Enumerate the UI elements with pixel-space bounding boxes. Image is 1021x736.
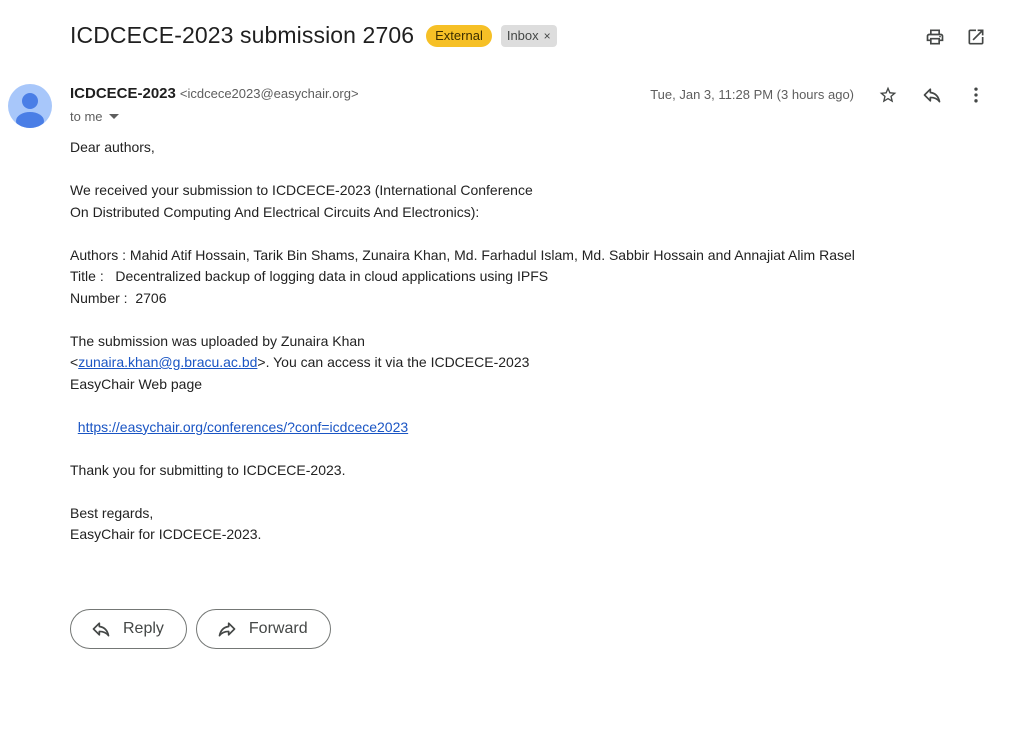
reply-icon [92, 622, 110, 637]
body-thanks: Thank you for submitting to ICDCECE-2023… [70, 461, 346, 478]
forward-button-label: Forward [248, 620, 308, 637]
sender-name[interactable]: ICDCECE-2023 [70, 85, 176, 102]
sender-row: ICDCECE-2023 <icdcece2023@easychair.org> [70, 85, 359, 102]
remove-label-button[interactable]: × [544, 28, 551, 44]
body-closing: Best regards, [70, 504, 154, 521]
url-indent [70, 419, 78, 435]
inbox-label-chip[interactable]: Inbox × [500, 24, 557, 47]
conference-url-link[interactable]: https://easychair.org/conferences/?conf=… [78, 419, 408, 435]
open-in-new-icon[interactable] [965, 26, 987, 48]
body-intro-line-1: We received your submission to ICDCECE-2… [70, 182, 533, 198]
sender-email: <icdcece2023@easychair.org> [179, 86, 359, 101]
email-body: Dear authors, We received your submissio… [70, 137, 855, 546]
body-number: Number : 2706 [70, 289, 167, 306]
body-uploaded-line-2: <zunaira.khan@g.bracu.ac.bd>. You can ac… [70, 352, 855, 374]
reply-actions: Reply Forward [70, 609, 331, 649]
external-badge: External [426, 24, 492, 47]
thread-toolbar [924, 26, 987, 48]
print-icon[interactable] [924, 26, 946, 48]
avatar-icon[interactable] [8, 84, 52, 128]
body-uploaded-line-3: EasyChair Web page [70, 375, 203, 392]
email-subject: ICDCECE-2023 submission 2706 [70, 22, 415, 48]
body-intro-line-2: On Distributed Computing And Electrical … [70, 203, 480, 220]
body-uploaded-line-1: The submission was uploaded by Zunaira K… [70, 332, 365, 349]
body-url-line: https://easychair.org/conferences/?conf=… [70, 417, 855, 439]
email-subject-row: ICDCECE-2023 submission 2706 External In… [70, 22, 557, 49]
reply-button[interactable]: Reply [70, 609, 187, 649]
uploaded-suffix: >. You can access it via the ICDCECE-202… [257, 354, 530, 370]
reply-button-label: Reply [123, 620, 164, 637]
more-vert-icon[interactable] [965, 84, 987, 106]
inbox-label-text: Inbox [506, 27, 539, 43]
body-authors: Authors : Mahid Atif Hossain, Tarik Bin … [70, 246, 855, 263]
forward-icon [218, 622, 236, 637]
reply-icon[interactable] [921, 84, 943, 106]
message-date: Tue, Jan 3, 11:28 PM (3 hours ago) [650, 87, 854, 102]
body-title: Title : Decentralized backup of logging … [70, 268, 549, 284]
forward-button[interactable]: Forward [195, 609, 331, 649]
recipient-text: to me [70, 109, 103, 124]
uploader-email-link[interactable]: zunaira.khan@g.bracu.ac.bd [78, 354, 257, 370]
chevron-down-icon[interactable] [108, 114, 119, 119]
body-greeting: Dear authors, [70, 139, 155, 155]
message-actions [877, 84, 987, 106]
star-icon[interactable] [877, 84, 899, 106]
recipient-details-toggle[interactable]: to me [70, 109, 119, 124]
uploaded-prefix: < [70, 354, 79, 370]
body-signature: EasyChair for ICDCECE-2023. [70, 526, 262, 542]
